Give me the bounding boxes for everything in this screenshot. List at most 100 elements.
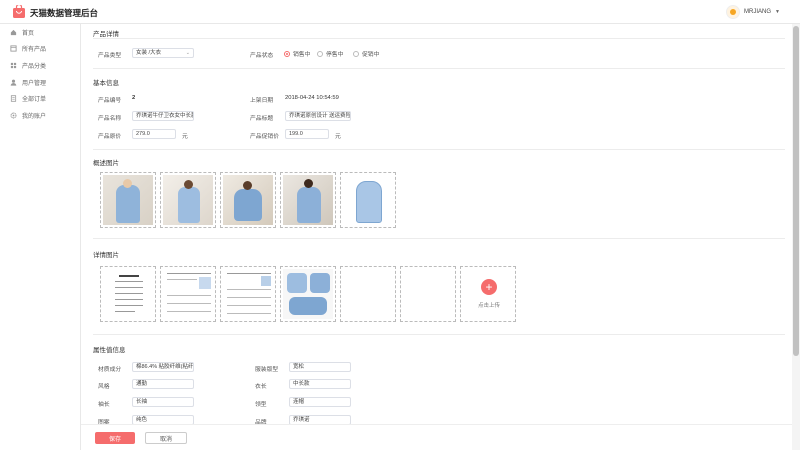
avatar-icon <box>730 9 736 15</box>
divider <box>93 38 785 39</box>
attr-label: 品牌 <box>255 417 267 424</box>
radio-label: 促销中 <box>362 49 379 58</box>
shopping-bag-logo-icon[interactable] <box>13 5 25 18</box>
product-subtitle-input[interactable]: 乔琪诺原创设计 送运费险 <box>285 111 351 121</box>
sidebar: 首页 所有产品 产品分类 用户管理 全部订单 我的账户 <box>0 24 81 450</box>
detail-image-4[interactable] <box>280 266 336 322</box>
denim-piece <box>310 273 330 293</box>
cancel-button[interactable]: 取消 <box>145 432 187 444</box>
sidebar-item-users[interactable]: 用户管理 <box>0 74 81 90</box>
detail-image-empty-2[interactable] <box>400 266 456 322</box>
scrollbar-thumb[interactable] <box>793 26 799 356</box>
status-radio-promo[interactable]: 促销中 <box>353 49 379 58</box>
sidebar-item-products[interactable]: 所有产品 <box>0 40 81 56</box>
text-line <box>227 273 271 274</box>
section-title-detail-images: 详情图片 <box>93 249 119 259</box>
mini-photo <box>261 276 271 286</box>
overview-image-1[interactable] <box>100 172 156 228</box>
listing-date-label: 上架日期 <box>250 95 273 104</box>
sidebar-item-label: 我的账户 <box>22 111 46 120</box>
attr-sleeve-input[interactable]: 长袖 <box>132 397 194 407</box>
sidebar-item-account[interactable]: 我的账户 <box>0 107 81 123</box>
attr-length-input[interactable]: 中长款 <box>289 379 351 389</box>
box-icon <box>10 45 17 52</box>
upload-button[interactable]: + 点击上传 <box>460 266 516 322</box>
product-id-value: 2 <box>132 95 135 101</box>
user-name[interactable]: MRJIANG <box>744 9 771 15</box>
attr-collar-input[interactable]: 连帽 <box>289 397 351 407</box>
attr-label: 衣长 <box>255 381 267 390</box>
radio-selected[interactable] <box>284 51 290 57</box>
save-button[interactable]: 保存 <box>95 432 135 444</box>
text-line <box>227 297 271 298</box>
avatar[interactable] <box>726 5 740 19</box>
detail-image-3[interactable] <box>220 266 276 322</box>
photo <box>163 175 213 225</box>
sidebar-item-home[interactable]: 首页 <box>0 24 81 40</box>
detail-image-1[interactable] <box>100 266 156 322</box>
photo <box>343 175 393 225</box>
category-icon <box>10 62 17 69</box>
listing-date-value: 2018-04-24 10:54:59 <box>285 95 339 101</box>
attr-style-input[interactable]: 通勤 <box>132 379 194 389</box>
status-radio-on-sale[interactable]: 销售中 <box>284 49 310 58</box>
attr-brand-input[interactable]: 乔琪诺 <box>289 415 351 424</box>
attr-pattern-input[interactable]: 纯色 <box>132 415 194 424</box>
sidebar-item-label: 用户管理 <box>22 78 46 87</box>
product-status-label: 产品状态 <box>250 50 273 59</box>
user-menu[interactable]: MRJIANG ▼ <box>726 5 780 19</box>
status-radio-off-sale[interactable]: 停售中 <box>317 49 343 58</box>
text-line <box>167 303 211 304</box>
chevron-down-icon: ⌄ <box>186 49 190 57</box>
sidebar-item-orders[interactable]: 全部订单 <box>0 90 81 106</box>
promo-unit: 元 <box>335 131 341 140</box>
overview-image-4[interactable] <box>280 172 336 228</box>
text-line <box>167 273 211 274</box>
section-title-attributes: 属性值信息 <box>93 344 126 354</box>
product-type-select[interactable]: 女装 /大衣 ⌄ <box>132 48 194 58</box>
photo <box>283 175 333 225</box>
plus-icon[interactable]: + <box>481 279 497 295</box>
original-price-label: 产品原价 <box>98 131 121 140</box>
overview-image-3[interactable] <box>220 172 276 228</box>
sidebar-item-label: 首页 <box>22 28 34 37</box>
order-icon <box>10 95 17 102</box>
denim-coat-shape <box>234 189 262 221</box>
text-line <box>167 295 211 296</box>
original-price-input[interactable]: 279.0 <box>132 129 176 139</box>
attr-fit-input[interactable]: 宽松 <box>289 362 351 372</box>
divider <box>93 334 785 335</box>
promo-price-input[interactable]: 199.0 <box>285 129 329 139</box>
text-line <box>115 299 143 300</box>
product-name-input[interactable]: 乔琪诺牛仔卫衣女中长款2 <box>132 111 194 121</box>
detail-image-2[interactable] <box>160 266 216 322</box>
chevron-down-icon[interactable]: ▼ <box>775 9 780 15</box>
section-title-product-detail: 产品详情 <box>93 28 119 38</box>
text-line <box>115 311 135 312</box>
denim-piece <box>287 273 307 293</box>
size-chart-thumbnail <box>103 269 153 319</box>
sidebar-item-categories[interactable]: 产品分类 <box>0 57 81 73</box>
radio[interactable] <box>353 51 359 57</box>
text-line <box>227 289 271 290</box>
overview-image-2[interactable] <box>160 172 216 228</box>
text-line <box>115 305 143 306</box>
overview-image-5[interactable] <box>340 172 396 228</box>
model-head <box>304 179 313 188</box>
detail-image-empty-1[interactable] <box>340 266 396 322</box>
sidebar-item-label: 所有产品 <box>22 44 46 53</box>
product-type-value: 女装 /大衣 <box>136 50 161 56</box>
attr-material-input[interactable]: 棉86.4% 粘胶纤维(粘纤)13.6% <box>132 362 194 372</box>
text-line <box>115 287 143 288</box>
attr-label: 风格 <box>98 381 110 390</box>
radio[interactable] <box>317 51 323 57</box>
footer-action-bar: 保存 取消 <box>81 424 792 450</box>
divider <box>93 149 785 150</box>
attr-label: 领型 <box>255 399 267 408</box>
product-edit-panel: 产品详情 产品类型 女装 /大衣 ⌄ 产品状态 销售中 停售中 促销中 基本信息… <box>81 24 792 424</box>
attr-label: 材质成分 <box>98 364 121 373</box>
denim-hoodie-shape <box>356 181 382 223</box>
sidebar-item-label: 全部订单 <box>22 94 46 103</box>
section-title-basic-info: 基本信息 <box>93 77 119 87</box>
text-line <box>115 293 143 294</box>
